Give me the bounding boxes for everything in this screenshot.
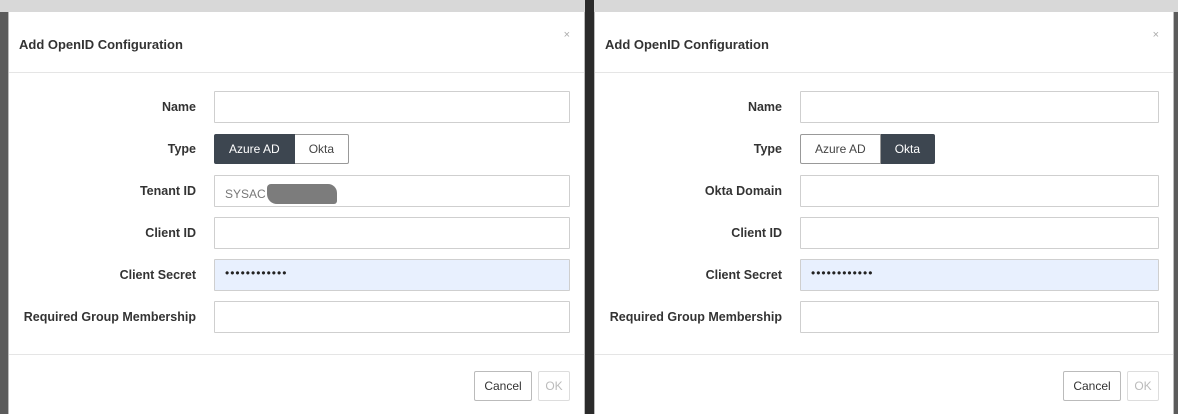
client-id-input[interactable] [214, 217, 570, 249]
tenant-id-value: SYSAC [225, 187, 266, 201]
dialog-header: Add OpenID Configuration × [9, 12, 584, 73]
close-icon[interactable]: × [1153, 30, 1159, 41]
client-id-row: Client ID [595, 217, 1173, 251]
tenant-id-row: Tenant ID SYSAC [9, 175, 584, 209]
group-membership-input[interactable] [800, 301, 1159, 333]
openid-dialog-azure: Add OpenID Configuration × Name Type Azu… [8, 12, 585, 414]
client-secret-input[interactable]: •••••••••••• [800, 259, 1159, 291]
okta-domain-row: Okta Domain [595, 175, 1173, 209]
type-option-azure-ad[interactable]: Azure AD [800, 134, 881, 164]
group-membership-row: Required Group Membership [595, 301, 1173, 335]
client-secret-label: Client Secret [119, 268, 196, 282]
client-secret-input[interactable]: •••••••••••• [214, 259, 570, 291]
redaction-mark [266, 184, 337, 204]
dialog-title: Add OpenID Configuration [19, 37, 183, 52]
client-secret-row: Client Secret •••••••••••• [595, 259, 1173, 293]
client-secret-label: Client Secret [705, 268, 782, 282]
type-option-okta[interactable]: Okta [880, 134, 936, 164]
name-input[interactable] [800, 91, 1159, 123]
tenant-id-label: Tenant ID [139, 184, 196, 198]
name-row: Name [9, 91, 584, 125]
dialog-footer: Cancel OK [595, 355, 1173, 413]
close-icon[interactable]: × [564, 30, 570, 41]
name-input[interactable] [214, 91, 570, 123]
client-id-label: Client ID [731, 226, 782, 240]
dialog-title: Add OpenID Configuration [605, 37, 769, 52]
client-id-input[interactable] [800, 217, 1159, 249]
group-membership-label: Required Group Membership [23, 310, 196, 324]
dialog-body: Name Type Azure AD Okta Tenant ID SYSAC … [9, 73, 584, 355]
dialog-footer: Cancel OK [9, 355, 584, 413]
okta-domain-label: Okta Domain [704, 184, 782, 198]
type-row: Type Azure AD Okta [595, 133, 1173, 167]
type-option-okta[interactable]: Okta [294, 134, 350, 164]
client-secret-row: Client Secret •••••••••••• [9, 259, 584, 293]
name-label: Name [161, 100, 196, 114]
tenant-id-input[interactable]: SYSAC [214, 175, 570, 207]
name-label: Name [747, 100, 782, 114]
client-id-label: Client ID [145, 226, 196, 240]
ok-button[interactable]: OK [1127, 371, 1159, 401]
group-membership-row: Required Group Membership [9, 301, 584, 335]
type-option-azure-ad[interactable]: Azure AD [214, 134, 295, 164]
dialog-header: Add OpenID Configuration × [595, 12, 1173, 73]
screenshot-divider [585, 0, 594, 414]
cancel-button[interactable]: Cancel [1063, 371, 1121, 401]
openid-dialog-okta: Add OpenID Configuration × Name Type Azu… [594, 12, 1174, 414]
type-label: Type [753, 142, 782, 156]
ok-button[interactable]: OK [538, 371, 570, 401]
type-row: Type Azure AD Okta [9, 133, 584, 167]
type-toggle: Azure AD Okta [214, 134, 350, 164]
type-toggle: Azure AD Okta [800, 134, 936, 164]
name-row: Name [595, 91, 1173, 125]
client-id-row: Client ID [9, 217, 584, 251]
group-membership-label: Required Group Membership [609, 310, 782, 324]
dialog-body: Name Type Azure AD Okta Okta Domain Clie… [595, 73, 1173, 355]
cancel-button[interactable]: Cancel [474, 371, 532, 401]
okta-domain-input[interactable] [800, 175, 1159, 207]
type-label: Type [167, 142, 196, 156]
group-membership-input[interactable] [214, 301, 570, 333]
